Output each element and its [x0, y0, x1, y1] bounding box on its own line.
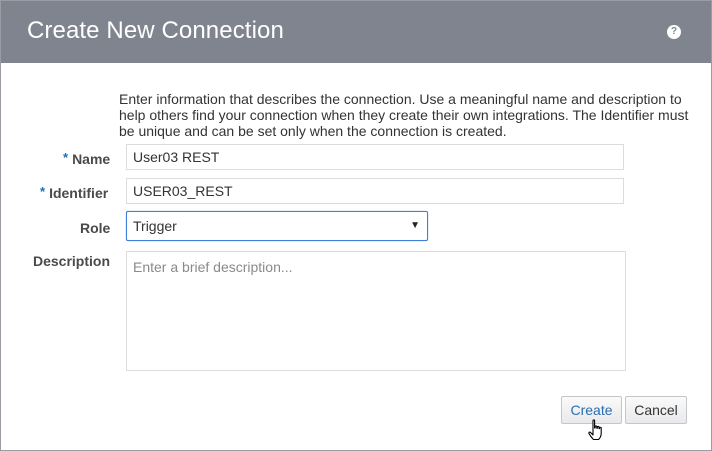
help-icon[interactable]: ?	[667, 25, 681, 39]
dialog-titlebar: Create New Connection ?	[1, 1, 711, 63]
identifier-label-text: Identifier	[49, 185, 109, 201]
chevron-down-icon: ▼	[410, 220, 420, 231]
identifier-label: * Identifier	[40, 184, 108, 201]
intro-text: Enter information that describes the con…	[119, 91, 689, 139]
description-label: Description	[33, 253, 111, 269]
dialog-title: Create New Connection	[27, 17, 284, 44]
name-input[interactable]: User03 REST	[126, 144, 624, 170]
name-label-text: Name	[72, 151, 111, 167]
role-select[interactable]: Trigger ▼	[126, 211, 428, 241]
required-marker: *	[63, 150, 69, 165]
required-marker: *	[40, 184, 46, 199]
role-select-value: Trigger	[133, 218, 177, 234]
role-label: Role	[80, 220, 111, 236]
name-label: * Name	[63, 150, 110, 167]
cancel-button[interactable]: Cancel	[625, 396, 687, 424]
create-connection-dialog: Create New Connection ? Enter informatio…	[0, 0, 712, 451]
identifier-input[interactable]: USER03_REST	[126, 178, 624, 204]
description-textarea[interactable]: Enter a brief description...	[126, 251, 626, 371]
hand-pointer-icon	[588, 419, 602, 441]
